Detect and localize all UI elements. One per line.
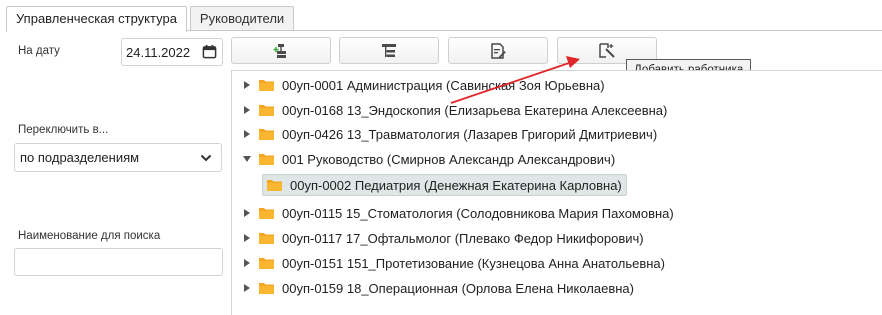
expand-arrow-icon[interactable] bbox=[242, 258, 252, 268]
chevron-down-icon bbox=[200, 154, 212, 162]
date-field[interactable]: 24.11.2022 bbox=[121, 38, 223, 66]
add-node-icon bbox=[273, 43, 286, 58]
folder-icon bbox=[259, 105, 274, 116]
date-label: На дату bbox=[18, 45, 60, 57]
tree-node-label: 00уп-0426 13_Травматология (Лазарев Григ… bbox=[282, 126, 658, 142]
expand-arrow-icon[interactable] bbox=[242, 105, 252, 115]
tree-node-label: 00уп-0151 151_Протетизование (Кузнецова … bbox=[282, 255, 665, 271]
folder-icon bbox=[259, 80, 274, 91]
folder-icon bbox=[259, 258, 274, 269]
tree-node[interactable]: 00уп-0426 13_Травматология (Лазарев Григ… bbox=[242, 123, 657, 145]
folder-icon bbox=[259, 283, 274, 294]
tree-node-label: 00уп-0168 13_Эндоскопия (Елизарьева Екат… bbox=[282, 102, 668, 118]
switch-value: по подразделениям bbox=[20, 150, 140, 165]
switch-select[interactable]: по подразделениям bbox=[14, 143, 222, 172]
tree-node[interactable]: 00уп-0159 18_Операционная (Орлова Елена … bbox=[242, 277, 634, 299]
edit-document-icon bbox=[491, 42, 506, 59]
tree-node[interactable]: 00уп-0115 15_Стоматология (Солодовникова… bbox=[242, 202, 674, 224]
tree-node-selected[interactable]: 00уп-0002 Педиатрия (Денежная Екатерина … bbox=[262, 174, 627, 196]
tree-node-label: 00уп-0002 Педиатрия (Денежная Екатерина … bbox=[290, 177, 622, 193]
tab-bar: Управленческая структура Руководители bbox=[6, 6, 297, 32]
collapse-arrow-icon[interactable] bbox=[242, 154, 252, 164]
tree-node-label: 00уп-0117 17_Офтальмолог (Плевако Федор … bbox=[282, 230, 644, 246]
expand-arrow-icon[interactable] bbox=[242, 129, 252, 139]
folder-icon bbox=[259, 154, 274, 165]
search-label: Наименование для поиска bbox=[18, 230, 161, 242]
date-value: 24.11.2022 bbox=[126, 44, 191, 60]
add-employee-icon bbox=[599, 42, 615, 58]
tab-management-structure[interactable]: Управленческая структура bbox=[6, 6, 187, 32]
hierarchy-icon bbox=[382, 43, 396, 57]
calendar-icon[interactable] bbox=[202, 44, 217, 59]
tree-node-label: 00уп-0115 15_Стоматология (Солодовникова… bbox=[282, 205, 674, 221]
add-subdivision-button[interactable] bbox=[231, 37, 331, 64]
expand-arrow-icon[interactable] bbox=[242, 283, 252, 293]
tree-node[interactable]: 00уп-0117 17_Офтальмолог (Плевако Федор … bbox=[242, 227, 644, 249]
tree-node-label: 001 Руководство (Смирнов Александр Алекс… bbox=[282, 151, 616, 167]
expand-arrow-icon[interactable] bbox=[242, 233, 252, 243]
expand-arrow-icon[interactable] bbox=[242, 208, 252, 218]
tree-node[interactable]: 00уп-0168 13_Эндоскопия (Елизарьева Екат… bbox=[242, 99, 667, 121]
search-input[interactable] bbox=[14, 248, 223, 276]
tree-node[interactable]: 00уп-0151 151_Протетизование (Кузнецова … bbox=[242, 252, 665, 274]
tree-node[interactable]: 00уп-0001 Администрация (Савинская Зоя Ю… bbox=[242, 74, 605, 96]
tree-node[interactable]: 001 Руководство (Смирнов Александр Алекс… bbox=[242, 148, 615, 170]
folder-icon bbox=[267, 180, 282, 191]
switch-label: Переключить в... bbox=[18, 124, 109, 136]
tab-managers[interactable]: Руководители bbox=[189, 6, 295, 31]
folder-icon bbox=[259, 233, 274, 244]
tree-node-label: 00уп-0001 Администрация (Савинская Зоя Ю… bbox=[282, 77, 605, 93]
edit-button[interactable] bbox=[448, 37, 548, 64]
expand-arrow-icon[interactable] bbox=[242, 80, 252, 90]
tree-node-label: 00уп-0159 18_Операционная (Орлова Елена … bbox=[282, 280, 634, 296]
folder-icon bbox=[259, 208, 274, 219]
folder-icon bbox=[259, 129, 274, 140]
add-child-button[interactable] bbox=[339, 37, 439, 64]
